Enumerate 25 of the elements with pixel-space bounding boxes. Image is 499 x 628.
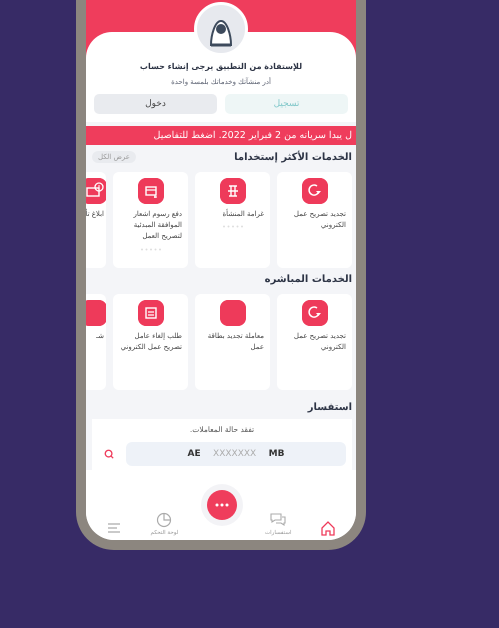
receipt-icon (138, 178, 164, 204)
pie-chart-icon (156, 512, 172, 528)
dots-icon (214, 503, 229, 507)
login-button[interactable]: دخول (94, 94, 217, 114)
section-title: استفسار (306, 402, 352, 413)
service-icon (220, 300, 246, 326)
search-icon (104, 448, 114, 460)
transaction-number-field[interactable]: AE XXXXXXX MB (126, 442, 346, 466)
announcement-banner[interactable]: ل يبدا سريانه من 2 فبراير 2022. اضغط للتفاصيل (86, 126, 356, 145)
document-icon (138, 300, 164, 326)
field-suffix: MB (268, 449, 284, 459)
section-title: الخدمات المباشره (264, 274, 352, 285)
service-icon (86, 300, 106, 326)
alert-icon (86, 178, 106, 204)
field-prefix: AE (188, 449, 201, 459)
home-icon (320, 520, 336, 536)
nav-item[interactable] (320, 520, 336, 536)
header-title: للإستفادة من التطبيق يرجى إنشاء حساب (140, 62, 302, 71)
number-input[interactable]: XXXXXXX (208, 449, 261, 459)
more-button[interactable] (206, 490, 237, 520)
building-icon (220, 178, 246, 204)
refresh-icon (302, 300, 328, 326)
chat-bubbles-icon (270, 512, 286, 528)
refresh-icon (302, 178, 328, 204)
section-title: الخدمات الأكثر إستخداما (234, 152, 352, 162)
